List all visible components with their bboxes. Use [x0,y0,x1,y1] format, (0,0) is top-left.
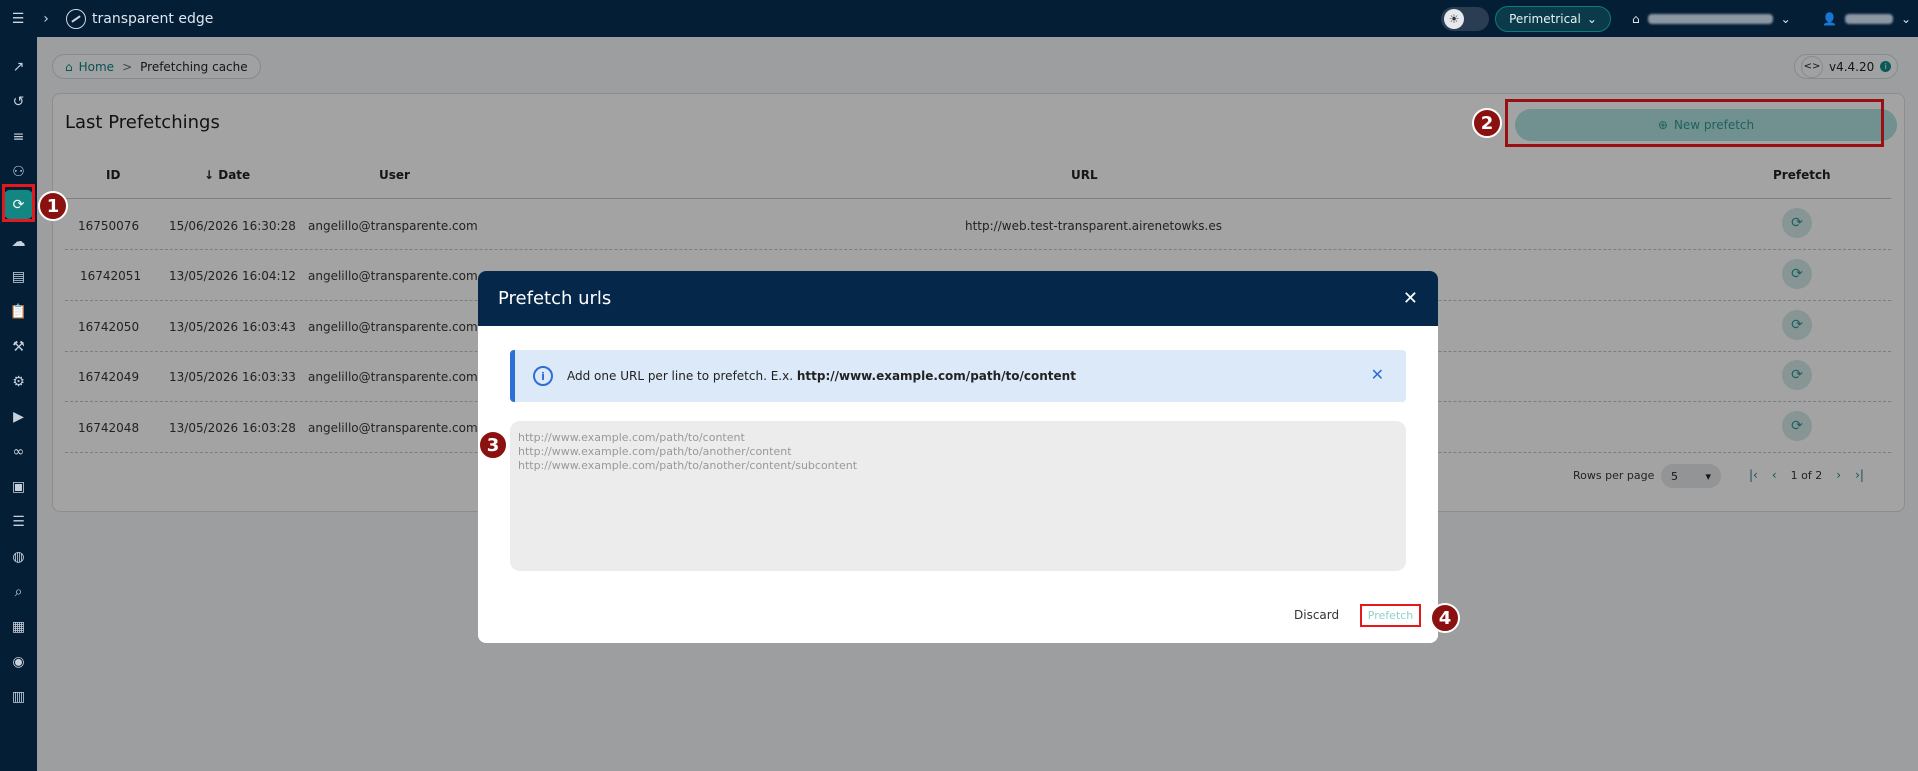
organization-name-redacted [1647,14,1773,24]
step-badge-3: 3 [478,430,508,460]
robot-icon[interactable]: ⚙ [4,367,33,396]
list-icon[interactable]: ≡ [4,122,33,151]
history-icon[interactable]: ↺ [4,87,33,116]
hamburger-menu-icon[interactable]: ☰ [0,0,36,37]
environment-selector[interactable]: Perimetrical ⌄ [1495,6,1611,32]
widgets-icon[interactable]: ▦ [4,612,33,641]
menu-list-icon[interactable]: ☰ [4,507,33,536]
step-badge-1: 1 [38,191,68,221]
support-icon[interactable]: ◉ [4,647,33,676]
chevron-down-icon: ⌄ [1780,12,1791,26]
tools-icon[interactable]: ⚒ [4,332,33,361]
sun-icon: ☀ [1444,9,1464,29]
dialog-header: Prefetch urls ✕ [478,271,1438,326]
step-badge-4: 4 [1430,603,1460,633]
user-menu[interactable]: 👤 ⌄ [1822,8,1911,30]
organization-selector[interactable]: ⌂ ⌄ [1632,8,1791,30]
user-name-redacted [1844,14,1893,24]
prefetch-button[interactable]: Prefetch [1360,604,1421,627]
building-icon: ⌂ [1632,12,1640,26]
sidebar: ↗ ↺ ≡ ⚇ ⟳ ☁ ▤ 📋 ⚒ ⚙ ▶ ∞ ▣ ☰ ◍ ⌕ ▦ ◉ ▥ [0,37,37,771]
prefetch-urls-dialog: Prefetch urls ✕ i Add one URL per line t… [478,271,1438,643]
step-badge-2: 2 [1472,108,1502,138]
voicemail-icon[interactable]: ∞ [4,437,33,466]
book-icon[interactable]: ▥ [4,682,33,711]
dialog-title: Prefetch urls [498,288,612,309]
close-alert-icon[interactable]: ✕ [1371,365,1384,384]
top-bar: ☰ › transparent edge [0,0,1918,37]
search-icon[interactable]: ⌕ [4,577,33,606]
users-icon[interactable]: ⚇ [4,157,33,186]
clipboard-icon[interactable]: 📋 [4,297,33,326]
chevron-down-icon: ⌄ [1900,12,1912,26]
logo[interactable]: transparent edge [66,8,214,29]
close-icon[interactable]: ✕ [1403,288,1418,309]
environment-label: Perimetrical [1509,12,1581,26]
chart-icon[interactable]: ↗ [4,52,33,81]
cloud-off-icon[interactable]: ☁ [4,227,33,256]
urls-textarea[interactable] [510,421,1406,571]
logo-text: transparent edge [92,10,214,27]
play-icon[interactable]: ▣ [4,472,33,501]
video-icon[interactable]: ▶ [4,402,33,431]
info-text: Add one URL per line to prefetch. E.x. h… [567,369,1076,383]
sidebar-highlight-box [2,184,35,222]
logo-mark-icon [66,8,86,29]
info-alert: i Add one URL per line to prefetch. E.x.… [510,350,1406,402]
globe-icon[interactable]: ◍ [4,542,33,571]
theme-toggle[interactable]: ☀ [1441,7,1489,31]
server-icon[interactable]: ▤ [4,262,33,291]
user-icon: 👤 [1822,12,1837,26]
chevron-down-icon: ⌄ [1586,12,1597,26]
info-icon: i [533,366,553,386]
expand-sidebar-icon[interactable]: › [36,0,56,37]
discard-button[interactable]: Discard [1294,608,1339,622]
